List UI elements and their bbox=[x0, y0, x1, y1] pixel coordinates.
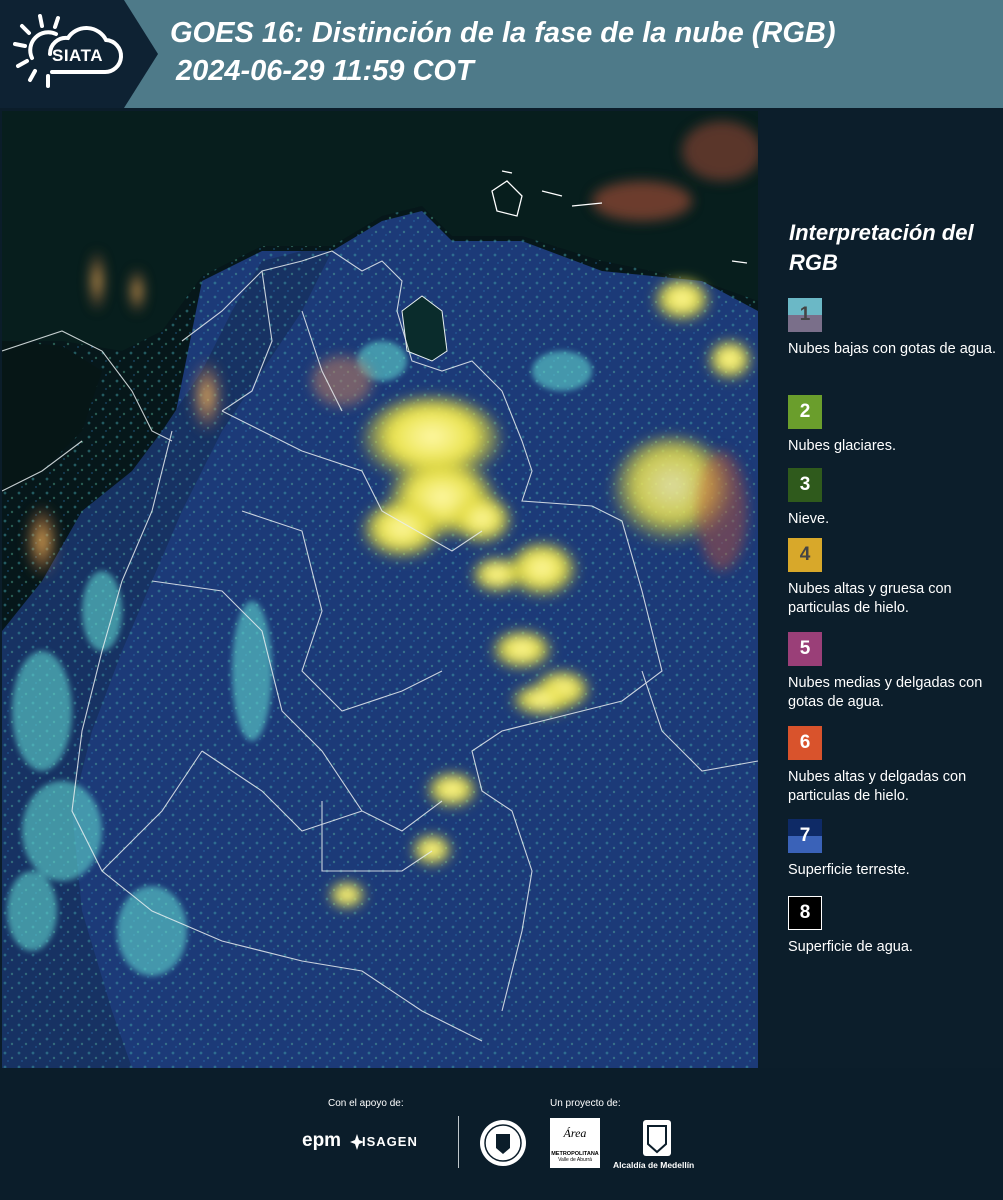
footer-divider bbox=[458, 1116, 459, 1168]
header-bar: SIATA GOES 16: Distinción de la fase de … bbox=[0, 0, 1003, 108]
alcaldia-shield-icon bbox=[643, 1120, 671, 1156]
legend-label-1: Nubes bajas con gotas de agua. bbox=[788, 341, 996, 357]
university-seal-icon bbox=[480, 1120, 526, 1166]
legend-swatch-3: 3 bbox=[788, 468, 822, 502]
legend-item-1: 1 Nubes bajas con gotas de agua. bbox=[788, 298, 1000, 359]
legend-label-7: Superficie terreste. bbox=[788, 862, 910, 878]
legend-label-2: Nubes glaciares. bbox=[788, 438, 896, 454]
alcaldia-label: Alcaldía de Medellín bbox=[613, 1160, 695, 1170]
legend-label-6: Nubes altas y delgadas con particulas de… bbox=[788, 769, 967, 804]
legend-number-5: 5 bbox=[799, 638, 811, 659]
legend-title: Interpretación del RGB bbox=[789, 220, 974, 275]
satellite-image bbox=[2, 111, 758, 1068]
legend-item-6: 6 Nubes altas y delgadas con particulas … bbox=[788, 726, 1000, 806]
legend-item-5: 5 Nubes medias y delgadas con gotas de a… bbox=[788, 632, 1000, 712]
legend-item-8: 8 Superficie de agua. bbox=[788, 896, 1000, 957]
area-logo-line3: Valle de Aburrá bbox=[558, 1157, 592, 1163]
legend-number-1: 1 bbox=[799, 304, 811, 325]
legend-item-3: 3 Nieve. bbox=[788, 468, 1000, 529]
area-metropolitana-logo: Área METROPOLITANA Valle de Aburrá bbox=[550, 1118, 600, 1168]
epm-logo: epm bbox=[302, 1130, 342, 1151]
legend-label-8: Superficie de agua. bbox=[788, 939, 913, 955]
legend-swatch-6: 6 bbox=[788, 726, 822, 760]
legend-panel: Interpretación del RGB 1 Nubes bajas con… bbox=[760, 110, 1003, 1068]
legend-swatch-7: 7 bbox=[788, 819, 822, 853]
legend-number-4: 4 bbox=[799, 544, 811, 565]
page-title: GOES 16: Distinción de la fase de la nub… bbox=[170, 14, 836, 90]
legend-item-2: 2 Nubes glaciares. bbox=[788, 395, 1000, 456]
isagen-logo: ISAGEN bbox=[362, 1134, 418, 1149]
legend-label-4: Nubes altas y gruesa con particulas de h… bbox=[788, 581, 952, 616]
legend-swatch-8: 8 bbox=[788, 896, 822, 930]
legend-number-3: 3 bbox=[799, 474, 811, 495]
title-line-2: 2024-06-29 11:59 COT bbox=[176, 55, 474, 87]
title-line-1: GOES 16: Distinción de la fase de la nub… bbox=[170, 17, 836, 49]
footer: Con el apoyo de: Un proyecto de: epm ISA… bbox=[0, 1068, 1003, 1200]
support-label: Con el apoyo de: bbox=[328, 1098, 404, 1109]
project-label: Un proyecto de: bbox=[550, 1098, 621, 1109]
legend-number-6: 6 bbox=[799, 732, 811, 753]
legend-item-7: 7 Superficie terreste. bbox=[788, 819, 1000, 880]
logo-text: SIATA bbox=[52, 46, 103, 65]
legend-label-5: Nubes medias y delgadas con gotas de agu… bbox=[788, 675, 983, 710]
satellite-map-graphic bbox=[2, 111, 758, 1068]
legend-swatch-4: 4 bbox=[788, 538, 822, 572]
legend-item-4: 4 Nubes altas y gruesa con particulas de… bbox=[788, 538, 1000, 618]
legend-number-2: 2 bbox=[799, 401, 811, 422]
legend-number-8: 8 bbox=[799, 902, 811, 923]
legend-swatch-5: 5 bbox=[788, 632, 822, 666]
siata-logo: SIATA bbox=[0, 0, 158, 108]
legend-label-3: Nieve. bbox=[788, 511, 830, 527]
legend-swatch-2: 2 bbox=[788, 395, 822, 429]
legend-number-7: 7 bbox=[799, 825, 811, 846]
area-logo-title: Área bbox=[563, 1126, 587, 1140]
legend-swatch-1: 1 bbox=[788, 298, 822, 332]
